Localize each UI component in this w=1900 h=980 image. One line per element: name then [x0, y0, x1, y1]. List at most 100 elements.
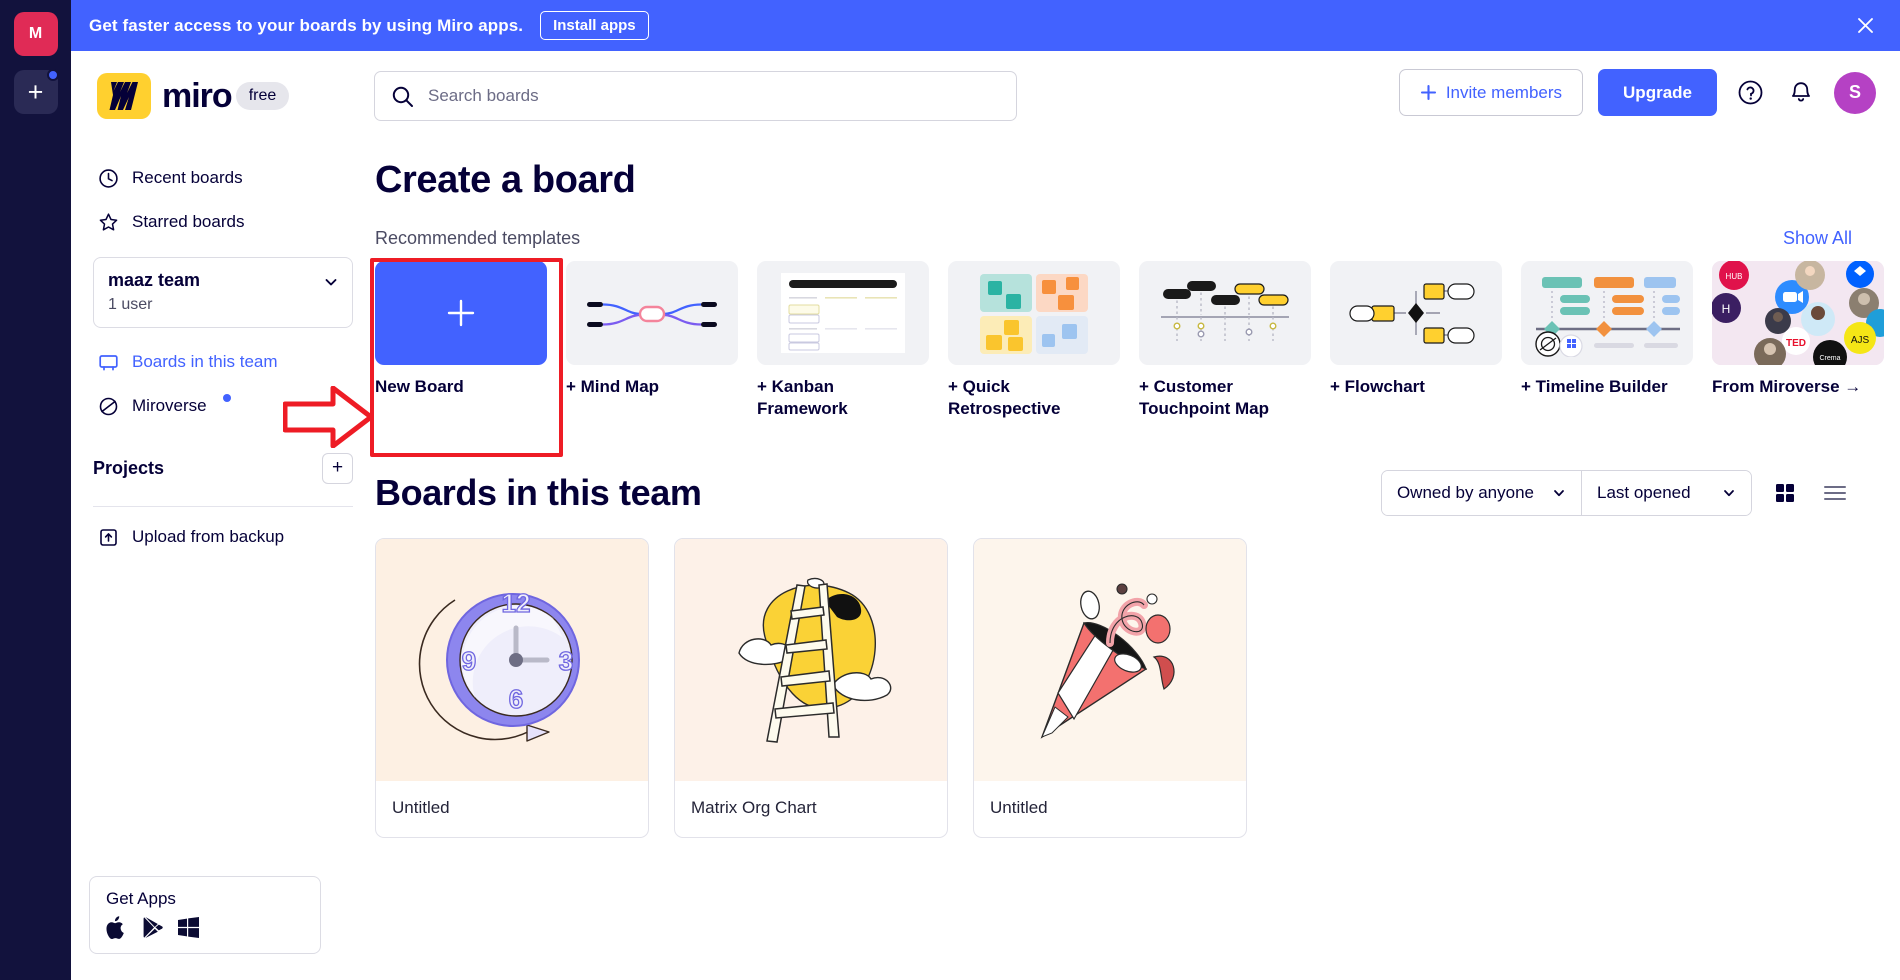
template-thumbnail: [757, 261, 929, 365]
board-card[interactable]: Untitled: [973, 538, 1247, 839]
sidebar-item-recent-boards[interactable]: Recent boards: [93, 156, 353, 200]
template-label: + Customer Touchpoint Map: [1139, 377, 1269, 419]
plus-icon: [447, 299, 475, 327]
rail-add-workspace-button[interactable]: +: [13, 69, 59, 114]
star-icon: [97, 211, 119, 233]
page-title: Create a board: [375, 159, 636, 201]
template-list: New Board + Mind Map + Kanban Framework …: [375, 261, 1900, 420]
svg-text:H: H: [1722, 302, 1731, 316]
miro-logo[interactable]: miro: [97, 73, 233, 119]
list-view-icon[interactable]: [1818, 476, 1852, 510]
question-circle-icon[interactable]: [1732, 75, 1768, 111]
board-name: Untitled: [990, 798, 1048, 818]
promo-banner: Get faster access to your boards by usin…: [71, 0, 1900, 51]
template-label: New Board: [375, 377, 464, 396]
template-thumbnail: [566, 261, 738, 365]
svg-text:6: 6: [509, 684, 523, 714]
chevron-down-icon: [1552, 486, 1566, 500]
close-icon[interactable]: [1848, 9, 1882, 43]
template-card-customer-touchpoint-map[interactable]: + Customer Touchpoint Map: [1139, 261, 1311, 420]
recommended-templates-label: Recommended templates: [375, 228, 581, 248]
team-user-count: 1 user: [108, 296, 153, 313]
upload-icon: [97, 526, 119, 548]
get-apps-box[interactable]: Get Apps: [89, 876, 321, 954]
rail-notification-dot: [46, 69, 59, 81]
google-play-icon[interactable]: [142, 916, 163, 939]
team-selector[interactable]: maaz team 1 user: [93, 257, 353, 328]
sidebar-item-label: Miroverse: [132, 396, 207, 415]
search-input[interactable]: [428, 86, 1000, 106]
team-name: maaz team: [108, 270, 201, 290]
template-thumbnail: [948, 261, 1120, 365]
sidebar-item-boards-in-this-team[interactable]: Boards in this team: [93, 340, 353, 384]
apple-icon[interactable]: [106, 916, 127, 939]
windows-icon[interactable]: [178, 917, 199, 938]
invite-members-label: Invite members: [1445, 82, 1563, 102]
board-thumbnail: 12 3 6 9: [376, 539, 648, 782]
show-all-templates-link[interactable]: Show All: [1783, 228, 1852, 249]
sidebar-item-miroverse[interactable]: Miroverse: [93, 384, 353, 428]
owner-filter-dropdown[interactable]: Owned by anyone: [1381, 471, 1581, 516]
board-card[interactable]: 12 3 6 9 Untitled: [375, 538, 649, 839]
board-name: Untitled: [392, 798, 450, 818]
template-card-flowchart[interactable]: + Flowchart: [1330, 261, 1502, 420]
board-card[interactable]: Matrix Org Chart: [674, 538, 948, 839]
svg-text:HUB: HUB: [1726, 272, 1743, 281]
projects-label: Projects: [93, 457, 165, 478]
boards-title: Boards in this team: [375, 472, 702, 514]
workspace-rail: M +: [0, 0, 71, 980]
boards-section-header: Boards in this team Owned by anyone Last…: [375, 470, 1900, 517]
template-label: + Quick Retrospective: [948, 377, 1061, 419]
miro-logo-mark: [97, 73, 151, 119]
boards-controls: Owned by anyone Last opened: [1380, 470, 1852, 517]
board-thumbnail: [974, 539, 1246, 782]
get-apps-platform-icons: [106, 916, 304, 939]
get-apps-title: Get Apps: [106, 889, 176, 908]
invite-members-button[interactable]: Invite members: [1398, 69, 1584, 116]
miroverse-new-badge: [222, 394, 231, 402]
boards-filters: Owned by anyone Last opened: [1380, 470, 1752, 517]
template-card-kanban-framework[interactable]: + Kanban Framework: [757, 261, 929, 420]
install-apps-button[interactable]: Install apps: [540, 11, 649, 40]
plus-icon: +: [27, 76, 44, 107]
sort-filter-value: Last opened: [1597, 483, 1691, 503]
grid-view-icon[interactable]: [1768, 476, 1802, 510]
sidebar-item-label: Boards in this team: [132, 352, 278, 371]
template-card-quick-retrospective[interactable]: + Quick Retrospective: [948, 261, 1120, 420]
template-thumbnail: [1521, 261, 1693, 365]
template-thumbnail: [1330, 261, 1502, 365]
svg-text:Crema: Crema: [1819, 355, 1840, 362]
template-label: + Timeline Builder: [1521, 377, 1668, 396]
left-sidebar: Recent boards Starred boards maaz team 1…: [71, 141, 375, 980]
miroverse-icon: [97, 395, 119, 417]
user-avatar[interactable]: S: [1834, 71, 1876, 114]
search-boards-field[interactable]: [374, 71, 1017, 121]
sort-filter-dropdown[interactable]: Last opened: [1581, 471, 1751, 516]
template-thumbnail: HUB H AJS TED Crema: [1712, 261, 1884, 365]
svg-text:12: 12: [502, 588, 531, 618]
promo-banner-message: Get faster access to your boards by usin…: [89, 15, 524, 35]
template-label: + Flowchart: [1330, 377, 1425, 396]
clock-icon: [97, 167, 119, 189]
sidebar-item-label: Upload from backup: [132, 527, 285, 546]
owner-filter-value: Owned by anyone: [1396, 483, 1534, 503]
template-card-from-miroverse[interactable]: HUB H AJS TED Crema From Miroverse →: [1712, 261, 1884, 420]
sidebar-item-label: Starred boards: [132, 212, 245, 231]
sidebar-divider: [93, 506, 353, 507]
board-thumbnail: [675, 539, 947, 782]
add-project-button[interactable]: +: [322, 452, 353, 484]
template-card-mind-map[interactable]: + Mind Map: [566, 261, 738, 420]
avatar-initial: S: [1848, 82, 1861, 102]
sidebar-item-starred-boards[interactable]: Starred boards: [93, 200, 353, 244]
svg-text:9: 9: [462, 646, 476, 676]
board-name: Matrix Org Chart: [691, 798, 817, 818]
template-card-timeline-builder[interactable]: + Timeline Builder: [1521, 261, 1693, 420]
bell-icon[interactable]: [1783, 75, 1819, 111]
sidebar-item-upload-from-backup[interactable]: Upload from backup: [93, 515, 353, 559]
template-card-new-board[interactable]: New Board: [375, 261, 547, 420]
svg-text:3: 3: [559, 646, 573, 676]
app-header: miro free Invite members Upgrade: [71, 51, 1900, 141]
upgrade-button[interactable]: Upgrade: [1598, 69, 1717, 116]
plan-badge: free: [235, 82, 290, 110]
rail-team-avatar[interactable]: M: [13, 12, 58, 56]
